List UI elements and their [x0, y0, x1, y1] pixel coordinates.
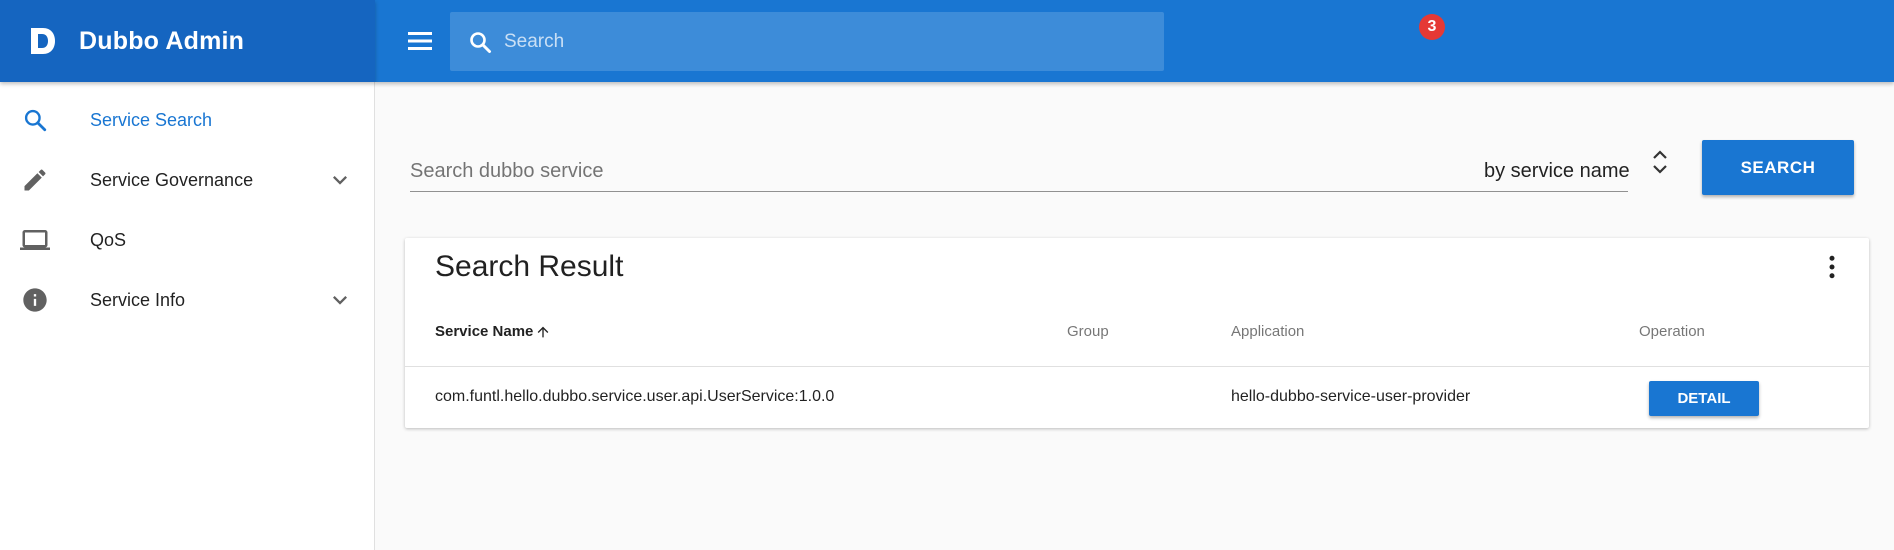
- search-icon: [470, 31, 491, 53]
- laptop-icon: [20, 225, 50, 255]
- sidebar-item-qos[interactable]: QoS: [0, 210, 374, 270]
- header-search: [450, 12, 1164, 71]
- app-brand: Dubbo Admin: [0, 0, 375, 82]
- sidebar-item-label: Service Info: [90, 289, 186, 310]
- detail-button[interactable]: DETAIL: [1649, 381, 1759, 416]
- column-header-label: Service Name: [435, 323, 534, 340]
- service-search-field: [410, 150, 1628, 192]
- service-search-input[interactable]: [410, 160, 1410, 183]
- header-search-input[interactable]: [504, 30, 1144, 53]
- column-header-application[interactable]: Application: [1231, 323, 1304, 340]
- info-icon: [20, 285, 50, 315]
- sidebar-item-service-governance[interactable]: Service Governance: [0, 150, 374, 210]
- sidebar-nav: Service Search Service Governance QoS Se…: [0, 82, 375, 550]
- search-result-card: Search Result Service Name Group Applica…: [405, 238, 1869, 428]
- app-title: Dubbo Admin: [79, 26, 245, 55]
- search-by-select[interactable]: by service name: [1484, 160, 1630, 183]
- sidebar-item-service-info[interactable]: Service Info: [0, 270, 374, 330]
- sidebar-item-label: Service Search: [90, 109, 213, 130]
- unfold-icon[interactable]: [1648, 147, 1672, 177]
- arrow-up-icon: [538, 326, 549, 337]
- cell-service-name: com.funtl.hello.dubbo.service.user.api.U…: [435, 388, 835, 405]
- search-icon: [20, 105, 50, 135]
- column-header-group[interactable]: Group: [1067, 323, 1109, 340]
- card-title: Search Result: [435, 250, 624, 283]
- column-header-service-name[interactable]: Service Name: [435, 323, 551, 340]
- more-vert-icon[interactable]: [1817, 252, 1847, 282]
- cell-application: hello-dubbo-service-user-provider: [1231, 388, 1471, 405]
- column-header-operation: Operation: [1639, 323, 1705, 340]
- sidebar-item-label: QoS: [90, 229, 127, 250]
- pencil-icon: [20, 165, 50, 195]
- search-button[interactable]: SEARCH: [1702, 140, 1854, 195]
- top-toolbar: [375, 0, 1894, 82]
- sidebar-item-label: Service Governance: [90, 169, 254, 190]
- sidebar-item-service-search[interactable]: Service Search: [0, 90, 374, 150]
- dubbo-logo-icon: [31, 28, 55, 54]
- chevron-down-icon[interactable]: [326, 286, 354, 314]
- menu-icon[interactable]: [405, 28, 435, 54]
- notification-badge: 3: [1419, 14, 1445, 40]
- chevron-down-icon[interactable]: [326, 166, 354, 194]
- table-header-divider: [405, 366, 1869, 367]
